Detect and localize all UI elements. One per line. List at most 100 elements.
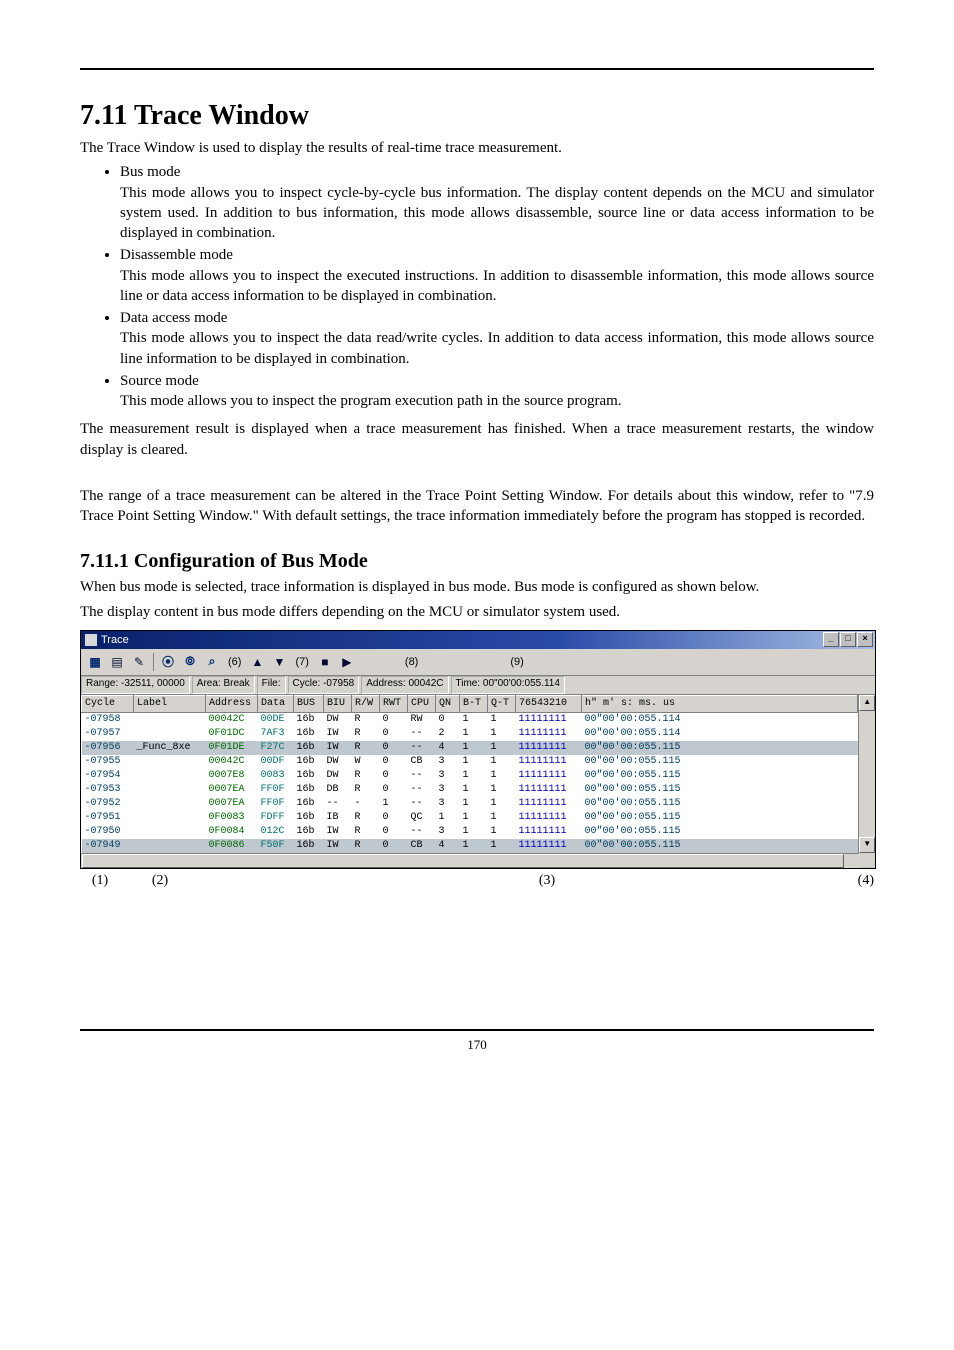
col-biu[interactable]: BIU (324, 695, 352, 712)
toolbar-search-icon[interactable]: ⌕ (202, 652, 222, 672)
table-row[interactable]: -07956_Func_8xe0F01DEF27C16bIWR0--411111… (82, 741, 858, 755)
page-number: 170 (80, 1037, 874, 1053)
table-cell: -07951 (82, 811, 134, 825)
toolbar-icon-1[interactable]: ▦ (85, 652, 105, 672)
table-cell: 0 (380, 755, 408, 769)
toolbar-play-icon[interactable]: ▶ (337, 652, 357, 672)
col-bus[interactable]: BUS (294, 695, 324, 712)
table-cell: 0 (380, 825, 408, 839)
page-bottom-rule (80, 1029, 874, 1031)
vertical-scrollbar[interactable]: ▲ ▼ (858, 695, 875, 853)
table-cell: 0F0086 (206, 839, 258, 853)
table-row[interactable]: -079540007E8008316bDWR0--3111111111100"0… (82, 769, 858, 783)
table-cell: 16b (294, 783, 324, 797)
toolbar-stop-icon[interactable]: ■ (315, 652, 335, 672)
table-row[interactable]: -079490F0086F50F16bIWR0CB4111111111100"0… (82, 839, 858, 853)
horizontal-scrollbar[interactable] (81, 853, 859, 868)
col-rw[interactable]: R/W (352, 695, 380, 712)
col-76543210[interactable]: 76543210 (516, 695, 582, 712)
status-file: File: (257, 676, 286, 694)
table-cell: 0 (380, 769, 408, 783)
col-label[interactable]: Label (134, 695, 206, 712)
col-rwt[interactable]: RWT (380, 695, 408, 712)
trace-titlebar[interactable]: Trace _ □ × (81, 631, 875, 649)
table-cell: 16b (294, 825, 324, 839)
table-cell: 0 (380, 811, 408, 825)
table-cell (134, 769, 206, 783)
table-cell: 00"00'00:055.114 (582, 727, 858, 741)
table-cell: 11111111 (516, 755, 582, 769)
subsection-p2: The display content in bus mode differs … (80, 602, 874, 622)
table-cell: -07949 (82, 839, 134, 853)
table-cell: DW (324, 712, 352, 727)
table-cell: 1 (488, 712, 516, 727)
table-cell: 16b (294, 769, 324, 783)
toolbar-callout-9: (9) (510, 656, 523, 668)
table-cell: 1 (460, 727, 488, 741)
table-cell: IB (324, 811, 352, 825)
col-qn[interactable]: QN (436, 695, 460, 712)
maximize-button[interactable]: □ (840, 632, 856, 647)
table-row[interactable]: -079530007EAFF0F16bDBR0--3111111111100"0… (82, 783, 858, 797)
col-cycle[interactable]: Cycle (82, 695, 134, 712)
col-time[interactable]: h" m' s: ms. us (582, 695, 858, 712)
table-row[interactable]: -079510F0083FDFF16bIBR0QC1111111111100"0… (82, 811, 858, 825)
table-row[interactable]: -0795800042C00DE16bDWR0RW0111111111100"0… (82, 712, 858, 727)
table-row[interactable]: -079570F01DC7AF316bIWR0--2111111111100"0… (82, 727, 858, 741)
table-cell: 00DE (258, 712, 294, 727)
status-area: Area: Break (192, 676, 255, 694)
table-cell: 0 (380, 839, 408, 853)
table-cell: 0007E8 (206, 769, 258, 783)
table-cell: 012C (258, 825, 294, 839)
table-cell: -07953 (82, 783, 134, 797)
figure-callout-row: (1) (2) (3) (4) (80, 873, 874, 889)
table-row[interactable]: -0795500042C00DF16bDWW0CB3111111111100"0… (82, 755, 858, 769)
col-cpu[interactable]: CPU (408, 695, 436, 712)
table-cell: -- (408, 769, 436, 783)
table-cell: 0F01DC (206, 727, 258, 741)
table-cell: 16b (294, 727, 324, 741)
table-cell: 2 (436, 727, 460, 741)
scroll-thumb[interactable] (82, 854, 844, 868)
table-cell: R (352, 783, 380, 797)
mode-desc: This mode allows you to inspect the data… (120, 328, 874, 369)
table-cell: 1 (488, 825, 516, 839)
table-cell: 00"00'00:055.115 (582, 741, 858, 755)
toolbar-zoom-out-icon[interactable]: ⦾ (180, 652, 200, 672)
table-cell: 00"00'00:055.115 (582, 769, 858, 783)
table-row[interactable]: -079520007EAFF0F16b---1--3111111111100"0… (82, 797, 858, 811)
col-qt[interactable]: Q-T (488, 695, 516, 712)
scroll-down-icon[interactable]: ▼ (859, 837, 875, 853)
table-row[interactable]: -079500F0084012C16bIWR0--3111111111100"0… (82, 825, 858, 839)
table-cell: 0F0083 (206, 811, 258, 825)
toolbar-icon-2[interactable]: ▤ (107, 652, 127, 672)
scroll-up-icon[interactable]: ▲ (859, 695, 875, 711)
table-cell: 11111111 (516, 825, 582, 839)
toolbar-icon-3[interactable]: ✎ (129, 652, 149, 672)
col-bt[interactable]: B-T (460, 695, 488, 712)
toolbar-zoom-in-icon[interactable]: ⦿ (158, 652, 178, 672)
table-cell: 0007EA (206, 783, 258, 797)
toolbar-up-icon[interactable]: ▲ (247, 652, 267, 672)
toolbar-down-icon[interactable]: ▼ (269, 652, 289, 672)
table-cell: 11111111 (516, 783, 582, 797)
table-header-row: Cycle Label Address Data BUS BIU R/W RWT… (82, 695, 858, 712)
col-data[interactable]: Data (258, 695, 294, 712)
table-cell: 00"00'00:055.115 (582, 811, 858, 825)
callout-1: (1) (80, 873, 120, 889)
table-cell (134, 839, 206, 853)
section-para-3: The range of a trace measurement can be … (80, 486, 874, 527)
table-cell: 0 (380, 712, 408, 727)
table-cell: -07955 (82, 755, 134, 769)
scrollbar-corner (859, 853, 875, 867)
col-address[interactable]: Address (206, 695, 258, 712)
trace-data-table[interactable]: Cycle Label Address Data BUS BIU R/W RWT… (81, 695, 858, 853)
table-cell: -07952 (82, 797, 134, 811)
minimize-button[interactable]: _ (823, 632, 839, 647)
table-cell: 1 (488, 797, 516, 811)
table-cell: 3 (436, 769, 460, 783)
close-button[interactable]: × (857, 632, 873, 647)
table-cell: -07954 (82, 769, 134, 783)
table-cell: 11111111 (516, 811, 582, 825)
toolbar-callout-7: (7) (295, 656, 308, 668)
